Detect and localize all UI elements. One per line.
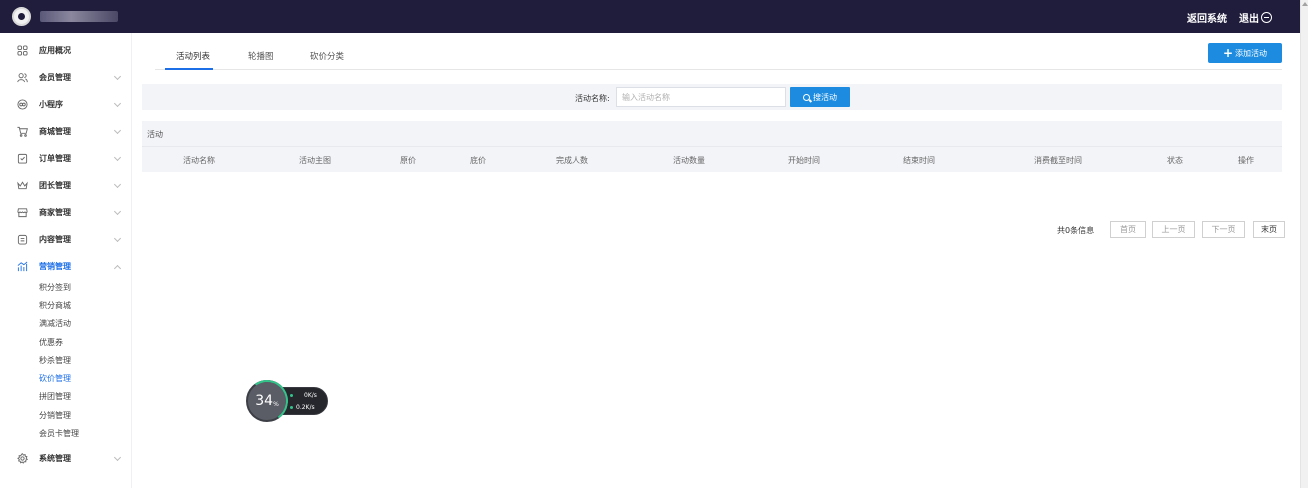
- sidebar-item-label: 商家管理: [39, 207, 71, 217]
- submenu-item-points-signin[interactable]: 积分签到: [39, 282, 71, 293]
- download-speed: 0.2K/s: [290, 404, 315, 411]
- first-page-button[interactable]: 首页: [1110, 221, 1146, 238]
- chevron-down-icon: [113, 72, 122, 81]
- table-caption: 活动: [147, 130, 163, 139]
- download-dot-icon: [290, 406, 293, 409]
- tab-bargain-category[interactable]: 砍价分类: [310, 50, 344, 62]
- next-page-button[interactable]: 下一页: [1202, 221, 1245, 238]
- submenu-item-full-reduction[interactable]: 满减活动: [39, 318, 71, 329]
- column-header: 开始时间: [788, 156, 820, 165]
- gear-icon: [17, 452, 28, 464]
- chevron-down-icon: [113, 126, 122, 135]
- sidebar-item-members[interactable]: 会员管理: [0, 64, 132, 90]
- active-tab-indicator: [165, 68, 213, 70]
- blurred-app-name: [40, 11, 118, 22]
- submenu-item-group-buy[interactable]: 拼团管理: [39, 391, 71, 402]
- upload-dot-icon: [290, 394, 293, 397]
- content-icon: [17, 234, 28, 245]
- column-header: 底价: [470, 156, 486, 165]
- logout-icon: [1261, 12, 1272, 23]
- usage-arc: [242, 376, 292, 426]
- scroll-up-icon[interactable]: [1302, 2, 1308, 6]
- activity-name-input[interactable]: [616, 87, 786, 107]
- sidebar-item-mini-program[interactable]: 小程序: [0, 91, 132, 117]
- submenu-item-flash-sale[interactable]: 秒杀管理: [39, 355, 71, 366]
- grid-icon: [17, 44, 28, 56]
- submenu-item-bargain[interactable]: 砍价管理: [39, 373, 71, 384]
- chevron-down-icon: [113, 453, 122, 462]
- users-icon: [17, 72, 28, 82]
- sidebar-item-merchants[interactable]: 商家管理: [0, 199, 132, 225]
- table-header: 活动名称 活动主图 原价 底价 完成人数 活动数量 开始时间 结束时间 消费截至…: [142, 146, 1282, 172]
- sidebar-item-label: 会员管理: [39, 72, 71, 82]
- download-speed-value: 0.2K/s: [296, 404, 315, 411]
- search-label: 活动名称:: [575, 94, 610, 103]
- add-activity-label: 添加活动: [1235, 48, 1268, 58]
- column-header: 完成人数: [556, 156, 588, 165]
- submenu-item-coupons[interactable]: 优惠券: [39, 337, 63, 348]
- sidebar-item-orders[interactable]: 订单管理: [0, 145, 132, 171]
- pagination-info: 共0条信息: [1057, 226, 1095, 235]
- sidebar-item-overview[interactable]: 应用概况: [0, 37, 132, 63]
- sidebar: 应用概况 会员管理 小程序 商城管理 订单管理 团长管理 商家管理 内容管理 营…: [0, 33, 132, 488]
- column-header: 活动主图: [299, 156, 331, 165]
- sidebar-item-label: 内容管理: [39, 234, 71, 244]
- column-header: 状态: [1167, 156, 1183, 165]
- search-icon: [803, 93, 810, 101]
- sidebar-item-marketing[interactable]: 营销管理: [0, 253, 132, 279]
- chevron-down-icon: [113, 153, 122, 162]
- chevron-down-icon: [113, 99, 122, 108]
- logout-label: 退出: [1239, 14, 1259, 25]
- sidebar-item-system[interactable]: 系统管理: [0, 445, 132, 471]
- top-bar: 返回系统 退出: [0, 0, 1300, 33]
- column-header: 操作: [1238, 156, 1254, 165]
- column-header: 结束时间: [903, 156, 935, 165]
- sidebar-item-leaders[interactable]: 团长管理: [0, 172, 132, 198]
- search-button-label: 搜活动: [813, 92, 837, 102]
- cart-icon: [17, 126, 28, 137]
- sidebar-item-label: 小程序: [39, 99, 63, 109]
- sidebar-item-content[interactable]: 内容管理: [0, 226, 132, 252]
- column-header: 消费截至时间: [1034, 156, 1082, 165]
- column-header: 活动数量: [673, 156, 705, 165]
- search-button[interactable]: 搜活动: [790, 87, 850, 107]
- order-icon: [17, 153, 28, 164]
- activity-table: 活动 活动名称 活动主图 原价 底价 完成人数 活动数量 开始时间 结束时间 消…: [142, 121, 1282, 172]
- upload-speed: 0K/s: [290, 392, 317, 399]
- chart-icon: [17, 261, 28, 271]
- submenu-item-distribution[interactable]: 分销管理: [39, 410, 71, 421]
- prev-page-button[interactable]: 上一页: [1152, 221, 1195, 238]
- crown-icon: [17, 180, 28, 189]
- sidebar-item-label: 团长管理: [39, 180, 71, 190]
- sidebar-item-label: 系统管理: [39, 453, 71, 463]
- sidebar-item-mall[interactable]: 商城管理: [0, 118, 132, 144]
- tab-bar: 活动列表 轮播图 砍价分类: [155, 42, 1282, 70]
- back-to-system-link[interactable]: 返回系统: [1187, 10, 1227, 25]
- sidebar-item-label: 订单管理: [39, 153, 71, 163]
- column-header: 原价: [400, 156, 416, 165]
- submenu-item-points-mall[interactable]: 积分商城: [39, 300, 71, 311]
- chevron-down-icon: [113, 207, 122, 216]
- tab-carousel[interactable]: 轮播图: [248, 50, 274, 62]
- chevron-down-icon: [113, 180, 122, 189]
- chevron-up-icon: [113, 264, 122, 273]
- store-icon: [17, 207, 28, 217]
- submenu-item-member-card[interactable]: 会员卡管理: [39, 428, 79, 439]
- plus-icon: +: [1222, 46, 1234, 60]
- sidebar-item-label: 营销管理: [39, 261, 71, 271]
- page-scrollbar[interactable]: [1300, 0, 1308, 488]
- logout-link[interactable]: 退出: [1239, 10, 1272, 25]
- search-bar: 活动名称: 搜活动: [142, 84, 1282, 110]
- upload-speed-value: 0K/s: [304, 392, 317, 399]
- network-speed-widget[interactable]: 0K/s 0.2K/s 34%: [242, 376, 330, 426]
- add-activity-button[interactable]: + 添加活动: [1208, 43, 1282, 63]
- logo-icon: [12, 7, 31, 26]
- sidebar-item-label: 商城管理: [39, 126, 71, 136]
- sidebar-item-label: 应用概况: [39, 45, 71, 55]
- chevron-down-icon: [113, 234, 122, 243]
- mini-program-icon: [17, 98, 28, 110]
- column-header: 活动名称: [183, 156, 215, 165]
- tab-activity-list[interactable]: 活动列表: [176, 50, 210, 62]
- last-page-button[interactable]: 末页: [1253, 221, 1285, 238]
